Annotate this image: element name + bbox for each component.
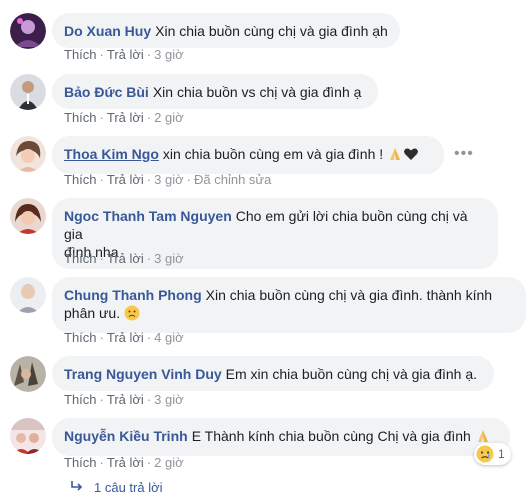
reply-link[interactable]: Trả lời [107,392,144,407]
like-link[interactable]: Thích [64,110,97,125]
praying-hands-icon [387,146,403,166]
view-replies-label[interactable]: 1 câu trả lời [94,480,163,495]
comment-actions: Thích · Trả lời · 2 giờ [64,455,184,470]
reply-link[interactable]: Trả lời [107,110,144,125]
comment-time[interactable]: 3 giờ [154,251,184,266]
comment-time[interactable]: 3 giờ [154,47,184,62]
view-replies-link[interactable]: 1 câu trả lời [70,480,163,495]
comment-text-continued: phân ưu. [64,305,121,321]
reply-arrow-icon [70,480,84,495]
comment-author[interactable]: Nguyễn Kiều Trinh [64,428,188,444]
comment-bubble: Thoa Kim Ngo xin chia buồn cùng em và gia… [52,136,444,174]
like-link[interactable]: Thích [64,392,97,407]
avatar[interactable] [10,136,46,172]
comment-author[interactable]: Bảo Đức Bùi [64,84,149,100]
comment-author[interactable]: Ngoc Thanh Tam Nguyen [64,208,232,224]
edited-label[interactable]: Đã chỉnh sửa [194,172,271,187]
comment-text: xin chia buồn cùng em và gia đình ! [162,146,384,162]
reply-link[interactable]: Trả lời [107,47,144,62]
comment-bubble: Do Xuan Huy Xin chia buồn cùng chị và gia… [52,13,400,48]
avatar[interactable] [10,418,46,454]
comment-text: Xin chia buồn cùng chị và gia đình ạh [155,23,388,39]
comment-text: Xin chia buồn cùng chị và gia đình. thàn… [205,287,493,303]
avatar[interactable] [10,277,46,313]
reply-link[interactable]: Trả lời [107,172,144,187]
sad-reaction-icon [476,445,494,463]
avatar[interactable] [10,198,46,234]
comment-author[interactable]: Thoa Kim Ngo [64,146,159,162]
black-heart-icon [403,146,419,166]
avatar[interactable] [10,74,46,110]
comment-actions: Thích · Trả lời · 2 giờ [64,110,184,125]
comment-author[interactable]: Chung Thanh Phong [64,287,202,303]
comment-author[interactable]: Trang Nguyen Vinh Duy [64,366,222,382]
comment-text: Xin chia buồn vs chị và gia đình ạ [152,84,362,100]
reaction-count: 1 [498,447,505,461]
comment-actions: Thích · Trả lời · 3 giờ · Đã chỉnh sửa [64,172,272,187]
comment-actions: Thích · Trả lời · 3 giờ [64,392,184,407]
reply-link[interactable]: Trả lời [107,330,144,345]
like-link[interactable]: Thích [64,47,97,62]
like-link[interactable]: Thích [64,172,97,187]
comment-time[interactable]: 2 giờ [154,455,184,470]
reply-link[interactable]: Trả lời [107,251,144,266]
comment-bubble: Nguyễn Kiều Trinh E Thành kính chia buồn … [52,418,510,456]
comment-text: E Thành kính chia buồn cùng Chị và gia đ… [191,428,471,444]
comment-bubble: Chung Thanh Phong Xin chia buồn cùng chị … [52,277,526,333]
comment-actions: Thích · Trả lời · 3 giờ [64,251,184,266]
comment-time[interactable]: 4 giờ [154,330,184,345]
sad-face-icon [124,305,140,325]
comment-text: Em xin chia buồn cùng chị và gia đình ạ. [225,366,478,382]
more-options-icon[interactable]: ••• [454,145,474,163]
comment-actions: Thích · Trả lời · 3 giờ [64,47,184,62]
comment-time[interactable]: 2 giờ [154,110,184,125]
like-link[interactable]: Thích [64,251,97,266]
like-link[interactable]: Thích [64,330,97,345]
comment-bubble: Bảo Đức Bùi Xin chia buồn vs chị và gia đ… [52,74,378,109]
avatar[interactable] [10,13,46,49]
comment-time[interactable]: 3 giờ [154,392,184,407]
comment-time[interactable]: 3 giờ [154,172,184,187]
like-link[interactable]: Thích [64,455,97,470]
comment-author[interactable]: Do Xuan Huy [64,23,151,39]
comment-bubble: Trang Nguyen Vinh Duy Em xin chia buồn cù… [52,356,494,391]
reaction-badge[interactable]: 1 [474,443,511,465]
avatar[interactable] [10,356,46,392]
comment-actions: Thích · Trả lời · 4 giờ [64,330,184,345]
reply-link[interactable]: Trả lời [107,455,144,470]
